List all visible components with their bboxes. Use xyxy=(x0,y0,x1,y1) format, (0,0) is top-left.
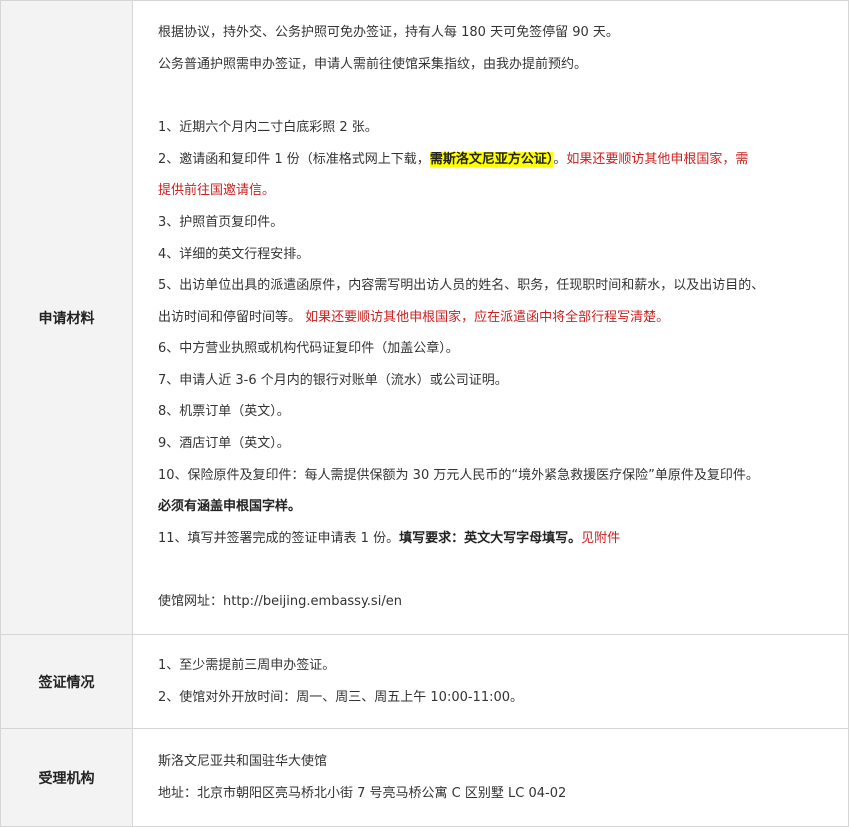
item-5-note: 如果还要顺访其他申根国家，应在派遣函中将全部行程写清楚。 xyxy=(305,309,670,325)
row-agency: 受理机构 斯洛文尼亚共和国驻华大使馆 地址：北京市朝阳区亮马桥北小街 7 号亮马… xyxy=(0,728,849,827)
row-visa-status: 签证情况 1、至少需提前三周申办签证。 2、使馆对外开放时间：周一、周三、周五上… xyxy=(0,634,849,729)
material-item-7: 7、申请人近 3-6 个月内的银行对账单（流水）或公司证明。 xyxy=(158,372,508,388)
item-5-text: 出访时间和停留时间等。 xyxy=(158,309,302,325)
row-application-materials: 申请材料 根据协议，持外交、公务护照可免办签证，持有人每 180 天可免签停留 … xyxy=(0,0,849,635)
visa-note-1: 1、至少需提前三周申办签证。 xyxy=(158,657,336,673)
agency-name: 斯洛文尼亚共和国驻华大使馆 xyxy=(158,753,328,769)
item-2-period: 。 xyxy=(553,151,567,167)
material-item-4: 4、详细的英文行程安排。 xyxy=(158,246,310,262)
material-item-5: 5、出访单位出具的派遣函原件，内容需写明出访人员的姓名、职务，任现职时间和薪水，… xyxy=(158,278,765,294)
material-item-11: 11、填写并签署完成的签证申请表 1 份。填写要求：英文大写字母填写。见附件 xyxy=(158,523,848,555)
intro-line: 根据协议，持外交、公务护照可免办签证，持有人每 180 天可免签停留 90 天。 xyxy=(158,25,619,41)
item-2-highlight: 需斯洛文尼亚方公证） xyxy=(429,151,554,167)
content-visa-status: 1、至少需提前三周申办签证。 2、使馆对外开放时间：周一、周三、周五上午 10:… xyxy=(132,634,849,729)
visa-note-2: 2、使馆对外开放时间：周一、周三、周五上午 10:00-11:00。 xyxy=(158,689,524,705)
material-item-1: 1、近期六个月内二寸白底彩照 2 张。 xyxy=(158,120,378,136)
visa-info-table: 申请材料 根据协议，持外交、公务护照可免办签证，持有人每 180 天可免签停留 … xyxy=(0,0,849,827)
material-item-10-continued: 必须有涵盖申根国字样。 xyxy=(158,499,302,515)
material-item-5-continued: 出访时间和停留时间等。 如果还要顺访其他申根国家，应在派遣函中将全部行程写清楚。 xyxy=(158,302,848,334)
item-2-note: 如果还要顺访其他申根国家，需 xyxy=(566,151,749,167)
material-item-9: 9、酒店订单（英文）。 xyxy=(158,436,290,452)
material-item-6: 6、中方营业执照或机构代码证复印件（加盖公章）。 xyxy=(158,341,459,357)
label-application-materials: 申请材料 xyxy=(0,0,133,635)
item-11-text: 11、填写并签署完成的签证申请表 1 份。 xyxy=(158,530,400,546)
material-item-2-continued: 提供前往国邀请信。 xyxy=(158,183,276,199)
item-2-text: 2、邀请函和复印件 1 份（标准格式网上下载， xyxy=(158,151,430,167)
content-agency: 斯洛文尼亚共和国驻华大使馆 地址：北京市朝阳区亮马桥北小街 7 号亮马桥公寓 C… xyxy=(132,728,849,827)
attachment-link[interactable]: 见附件 xyxy=(581,531,620,546)
label-visa-status: 签证情况 xyxy=(0,634,133,729)
embassy-website[interactable]: 使馆网址：http://beijing.embassy.si/en xyxy=(158,586,848,618)
item-11-requirement: 填写要求：英文大写字母填写。 xyxy=(399,530,582,546)
material-item-10: 10、保险原件及复印件：每人需提供保额为 30 万元人民币的“境外紧急救援医疗保… xyxy=(158,467,759,483)
content-application-materials: 根据协议，持外交、公务护照可免办签证，持有人每 180 天可免签停留 90 天。… xyxy=(132,0,849,635)
material-item-3: 3、护照首页复印件。 xyxy=(158,214,284,230)
material-item-2: 2、邀请函和复印件 1 份（标准格式网上下载，需斯洛文尼亚方公证）。如果还要顺访… xyxy=(158,144,848,176)
material-item-8: 8、机票订单（英文）。 xyxy=(158,404,290,420)
agency-address: 地址：北京市朝阳区亮马桥北小街 7 号亮马桥公寓 C 区别墅 LC 04-02 xyxy=(158,785,567,801)
intro-line: 公务普通护照需申办签证，申请人需前往使馆采集指纹，由我办提前预约。 xyxy=(158,56,588,72)
label-agency: 受理机构 xyxy=(0,728,133,827)
